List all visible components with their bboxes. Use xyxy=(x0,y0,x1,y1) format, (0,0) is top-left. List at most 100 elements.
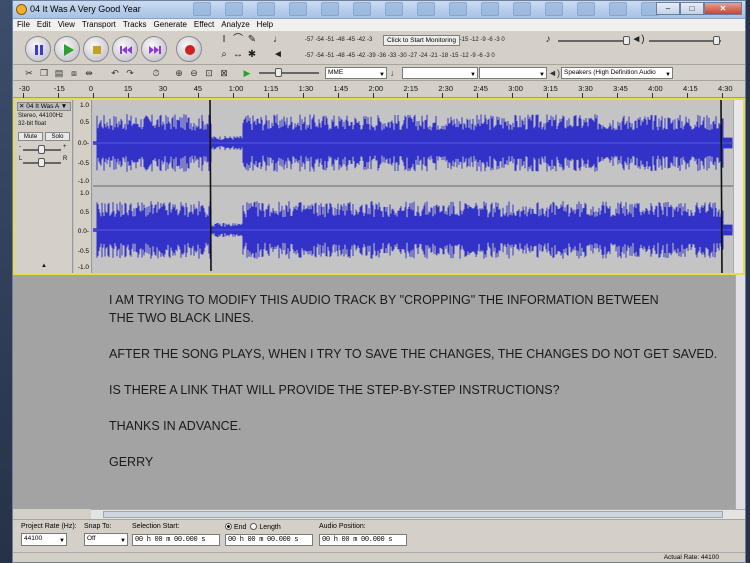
horizontal-scroll-thumb[interactable] xyxy=(103,511,723,518)
recording-volume-slider[interactable] xyxy=(558,40,626,42)
end-length-toggle: End Length xyxy=(225,523,281,531)
desktop-edge-right xyxy=(746,0,750,563)
menu-help[interactable]: Help xyxy=(257,19,273,31)
fit-project-icon[interactable]: ⊠ xyxy=(218,67,230,79)
silence-icon[interactable]: ⇹ xyxy=(83,67,95,79)
ruler-tick-label: 4:00 xyxy=(648,84,663,93)
record-icon xyxy=(185,45,195,55)
sync-lock-icon[interactable]: ⏱ xyxy=(150,67,162,79)
ruler-tick-label: 1:45 xyxy=(333,84,349,93)
scale-top-4: -0.5 xyxy=(77,160,89,167)
ruler-tick-label: 1:30 xyxy=(298,84,314,93)
end-radio[interactable] xyxy=(225,523,232,530)
multi-tool-icon[interactable]: ✱ xyxy=(245,48,259,62)
ruler-tick-label: 2:30 xyxy=(438,84,453,93)
ruler-tick-label: -15 xyxy=(53,84,65,93)
zoom-tool-icon[interactable]: ⌕ xyxy=(217,48,231,62)
scale-top-5: -1.0 xyxy=(77,178,89,185)
message-line-5: GERRY xyxy=(109,455,154,469)
minimize-button[interactable]: – xyxy=(656,2,680,15)
redo-icon[interactable]: ↷ xyxy=(124,67,136,79)
maximize-button[interactable]: □ xyxy=(680,2,704,15)
track-close-icon[interactable]: ✕ xyxy=(19,103,24,110)
ruler-tick-label: 1:15 xyxy=(263,84,279,93)
audacity-window: 04 It Was A Very Good Year – □ ✕ File Ed… xyxy=(12,0,746,563)
zoom-out-icon[interactable]: ⊖ xyxy=(188,67,200,79)
ruler-tick-label: 2:45 xyxy=(473,84,488,93)
solo-button[interactable]: Solo xyxy=(45,132,70,141)
title-bar[interactable]: 04 It Was A Very Good Year – □ ✕ xyxy=(13,1,745,19)
fit-selection-icon[interactable]: ⊡ xyxy=(203,67,215,79)
ruler-tick-label: 2:00 xyxy=(368,84,384,93)
audio-host-select[interactable]: MME ▼ xyxy=(325,67,387,79)
timeshift-tool-icon[interactable]: ↔ xyxy=(231,48,245,62)
ruler-tick-label: -30 xyxy=(19,84,30,93)
track-area-vertical-scrollbar[interactable] xyxy=(735,275,745,509)
scale-top-3: 0.0- xyxy=(77,140,89,147)
stop-icon xyxy=(93,46,101,54)
skip-to-end-button[interactable] xyxy=(141,36,167,62)
selection-tool-icon[interactable]: I xyxy=(217,33,231,47)
play-speed-thumb[interactable] xyxy=(275,68,282,77)
menu-generate[interactable]: Generate xyxy=(154,19,187,31)
play-at-speed-icon[interactable]: ▶ xyxy=(241,67,253,79)
selection-end-field[interactable]: 00 h 00 m 00.000 s xyxy=(225,534,313,546)
timeline-ruler[interactable]: -30 -15 0 15 30 45 1:00 1:15 1:30 1:45 2:00 2:15 2:3… xyxy=(13,82,745,98)
audio-host-value: MME xyxy=(328,69,344,76)
gain-thumb[interactable] xyxy=(38,145,45,154)
envelope-tool-icon[interactable]: ⌒ xyxy=(231,33,245,47)
vertical-amplitude-scale: 1.0 0.5 0.0- -0.5 -1.0 1.0 0.5 0.0- -0.5… xyxy=(74,100,92,273)
pause-button[interactable] xyxy=(25,36,51,62)
desktop-edge-left xyxy=(0,0,12,563)
snap-to-select[interactable]: Off ▼ xyxy=(84,533,128,546)
track-name: 04 It Was A xyxy=(26,103,59,110)
playback-meter-scale: -57 -54 -51 -48 -45 -42 -39 -36 -33 -30 … xyxy=(305,53,495,59)
skip-to-start-button[interactable] xyxy=(112,36,138,62)
waveform-display[interactable] xyxy=(93,100,733,273)
recording-volume-thumb[interactable] xyxy=(623,36,630,45)
collapse-track-icon[interactable]: ▲ xyxy=(41,263,47,269)
pan-thumb[interactable] xyxy=(38,158,45,167)
menu-view[interactable]: View xyxy=(58,19,75,31)
menu-edit[interactable]: Edit xyxy=(37,19,51,31)
menu-tracks[interactable]: Tracks xyxy=(123,19,147,31)
background-taskbar-strip xyxy=(193,2,673,18)
track-name-button[interactable]: ✕ 04 It Was A ▼ xyxy=(17,102,71,111)
cut-icon[interactable]: ✂ xyxy=(23,67,35,79)
paste-icon[interactable]: ▤ xyxy=(53,67,65,79)
vertical-scrollbar[interactable] xyxy=(733,100,743,273)
mute-button[interactable]: Mute xyxy=(18,132,43,141)
selection-start-field[interactable]: 00 h 00 m 00.000 s xyxy=(132,534,220,546)
playback-meter[interactable]: -57 -54 -51 -48 -45 -42 -39 -36 -33 -30 … xyxy=(305,49,545,63)
zoom-in-icon[interactable]: ⊕ xyxy=(173,67,185,79)
menu-bar: File Edit View Transport Tracks Generate… xyxy=(13,19,745,31)
undo-icon[interactable]: ↶ xyxy=(109,67,121,79)
copy-icon[interactable]: ❐ xyxy=(38,67,50,79)
recording-channels-select[interactable]: ▼ xyxy=(479,67,547,79)
start-monitoring-button[interactable]: Click to Start Monitoring xyxy=(383,35,460,46)
play-button[interactable] xyxy=(54,36,80,62)
playback-volume-slider[interactable] xyxy=(649,40,721,42)
scale-top-1: 1.0 xyxy=(79,102,89,109)
trim-icon[interactable]: ⧈ xyxy=(68,67,80,79)
record-button[interactable] xyxy=(176,36,202,62)
close-button[interactable]: ✕ xyxy=(704,2,742,15)
project-rate-label: Project Rate (Hz): xyxy=(21,523,77,530)
playback-device-icon: ◄) xyxy=(548,68,560,78)
length-radio[interactable] xyxy=(250,523,258,530)
menu-transport[interactable]: Transport xyxy=(82,19,116,31)
recording-device-select[interactable]: ▼ xyxy=(402,67,478,79)
playback-volume-thumb[interactable] xyxy=(713,36,720,45)
menu-effect[interactable]: Effect xyxy=(194,19,214,31)
draw-tool-icon[interactable]: ✎ xyxy=(245,33,259,47)
menu-analyze[interactable]: Analyze xyxy=(221,19,249,31)
playback-device-select[interactable]: Speakers (High Definition Audio ▼ xyxy=(561,67,673,79)
play-speed-slider[interactable] xyxy=(259,72,319,74)
scale-bot-5: -1.0 xyxy=(77,264,89,271)
stop-button[interactable] xyxy=(83,36,109,62)
horizontal-scrollbar[interactable] xyxy=(91,509,745,519)
audio-position-field[interactable]: 00 h 00 m 00.000 s xyxy=(319,534,407,546)
project-rate-select[interactable]: 44100 ▼ xyxy=(21,533,67,546)
menu-file[interactable]: File xyxy=(17,19,30,31)
scale-bot-4: -0.5 xyxy=(77,248,89,255)
